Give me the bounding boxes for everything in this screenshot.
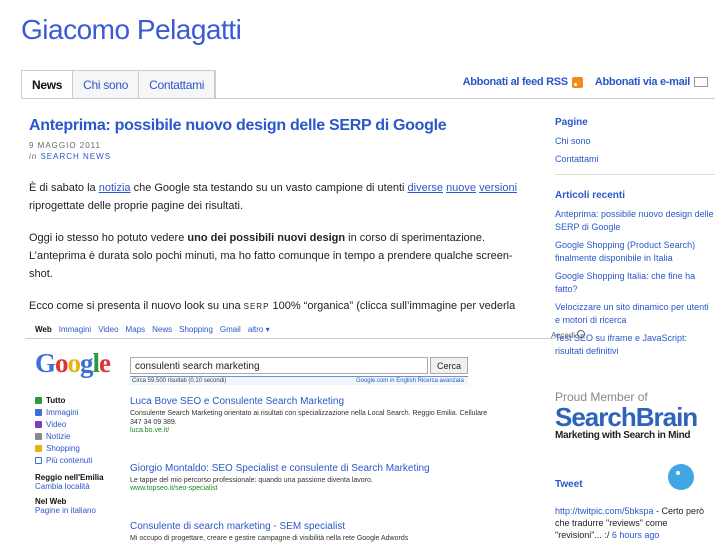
google-filter-video: Video <box>35 419 115 431</box>
google-nav-maps: Maps <box>125 324 146 334</box>
tweet: http://twitpic.com/5bkspa - Certo però c… <box>555 505 715 541</box>
more-icon <box>35 457 42 465</box>
post-body: È di sabato la notizia che Google sta te… <box>29 179 529 334</box>
result-desc: Consulente Search Marketing orientato ai… <box>130 410 488 426</box>
searchbrain-badge[interactable]: Proud Member of SearchBrain Marketing wi… <box>555 390 715 441</box>
result-url: luca.bo.ve.it/ <box>130 427 170 434</box>
google-nav-shopping: Shopping <box>179 324 213 334</box>
post-date: 9 MAGGIO 2011 <box>29 141 101 150</box>
rss-icon[interactable] <box>571 76 583 88</box>
google-result-stats: Circa 59.500 risultati (0,10 secondi) Go… <box>130 376 468 385</box>
feed-links: Abbonati al feed RSS Abbonati via e-mail <box>463 76 708 88</box>
link-versioni[interactable]: versioni <box>479 182 517 194</box>
post-meta: 9 MAGGIO 2011 in SEARCH NEWS <box>29 140 529 162</box>
rss-link[interactable]: Abbonati al feed RSS <box>463 76 569 88</box>
email-link[interactable]: Abbonati via e-mail <box>595 76 690 88</box>
google-nav-web: Web <box>35 324 52 334</box>
tweet-time[interactable]: 6 hours ago <box>612 530 660 540</box>
sidebar-link-chi-sono[interactable]: Chi sono <box>555 135 715 148</box>
text: riprogettate delle proprie pagine dei ri… <box>29 200 244 212</box>
video-icon <box>35 421 42 429</box>
google-filter-tutto: Tutto <box>35 395 115 407</box>
stats-links: Google.com in English Ricerca avanzata <box>355 378 464 384</box>
google-nav-immagini: Immagini <box>58 324 92 334</box>
post-title[interactable]: Anteprima: possibile nuovo design delle … <box>29 117 529 135</box>
google-filter-notizie: Notizie <box>35 431 115 443</box>
recent-post-link[interactable]: Anteprima: possibile nuovo design delle … <box>555 208 715 234</box>
google-nav-gmail: Gmail <box>219 324 241 334</box>
result-title: Consulente di search marketing - SEM spe… <box>130 521 346 532</box>
pages-heading: Pagine <box>555 117 588 128</box>
tweet-link[interactable]: http://twitpic.com/5bkspa <box>555 506 654 516</box>
post-category[interactable]: SEARCH NEWS <box>40 152 111 161</box>
shopping-icon <box>35 445 42 453</box>
text: È di sabato la <box>29 182 99 194</box>
badge-name: SearchBrain <box>555 402 698 432</box>
link-diverse[interactable]: diverse <box>408 182 443 194</box>
post-in-label: in <box>29 152 38 161</box>
sidebar: Pagine Chi sono Contattami Articoli rece… <box>555 116 715 363</box>
serp-abbr: SERP <box>243 302 270 311</box>
news-icon <box>35 433 42 441</box>
google-left-panel: Tutto Immagini Video Notizie Shopping Pi… <box>35 395 115 515</box>
tab-contattami[interactable]: Contattami <box>139 71 216 99</box>
result-desc: Le tappe del mio percorso professionale:… <box>130 477 373 484</box>
text: che Google sta testando su un vasto camp… <box>130 182 408 194</box>
sidebar-link-contattami[interactable]: Contattami <box>555 153 715 166</box>
link-nuove[interactable]: nuove <box>446 182 476 194</box>
stats-text: Circa 59.500 risultati (0,10 secondi) <box>132 378 227 384</box>
recent-heading: Articoli recenti <box>555 190 626 201</box>
google-result: Consulente di search marketing - SEM spe… <box>130 521 490 543</box>
text: Oggi io stesso ho potuto vedere <box>29 232 188 244</box>
site-title[interactable]: Giacomo Pelagatti <box>21 14 242 46</box>
bold-text: uno dei possibili nuovi design <box>187 232 346 244</box>
google-logo: Google <box>35 348 111 378</box>
result-title: Giorgio Montaldo: SEO Specialist e consu… <box>130 463 430 474</box>
google-result: Luca Bove SEO e Consulente Search Market… <box>130 396 490 434</box>
google-filter-immagini: Immagini <box>35 407 115 419</box>
link-notizia[interactable]: notizia <box>99 182 131 194</box>
google-nav-video: Video <box>98 324 119 334</box>
images-icon <box>35 409 42 417</box>
google-nav-altro: altro ▾ <box>247 324 270 334</box>
tab-chi-sono[interactable]: Chi sono <box>73 71 140 99</box>
result-desc: Mi occupo di progettare, creare e gestir… <box>130 535 409 542</box>
twitter-bird-icon <box>668 464 694 490</box>
google-search-button: Cerca <box>430 357 468 374</box>
google-web-heading: Nel Web <box>35 497 67 506</box>
paragraph-2: Oggi io stesso ho potuto vedere uno dei … <box>29 229 529 283</box>
text: Ecco come si presenta il nuovo look su u… <box>29 300 244 312</box>
mail-icon[interactable] <box>694 77 708 87</box>
recent-post-link[interactable]: Google Shopping Italia: che fine ha fatt… <box>555 270 715 296</box>
google-nav-news: News <box>152 324 173 334</box>
gear-icon <box>577 330 586 338</box>
post: Anteprima: possibile nuovo design delle … <box>29 117 529 348</box>
google-filter-more: Più contenuti <box>35 455 115 467</box>
paragraph-1: È di sabato la notizia che Google sta te… <box>29 179 529 215</box>
recent-post-link[interactable]: Velocizzare un sito dinamico per utenti … <box>555 301 715 327</box>
tutto-icon <box>35 397 42 405</box>
google-filter-shopping: Shopping <box>35 443 115 455</box>
result-title: Luca Bove SEO e Consulente Search Market… <box>130 396 345 407</box>
google-region-change: Cambia località <box>35 482 90 491</box>
sidebar-divider <box>555 174 715 175</box>
result-url: www.topseo.it/seo-specialist <box>130 485 218 492</box>
google-region-heading: Reggio nell'Emilia <box>35 473 104 482</box>
google-result: Giorgio Montaldo: SEO Specialist e consu… <box>130 463 490 492</box>
recent-post-link[interactable]: Google Shopping (Product Search) finalme… <box>555 239 715 265</box>
google-serp-screenshot[interactable]: Web Immagini Video Maps News Shopping Gm… <box>25 320 555 545</box>
nav-divider <box>21 98 715 99</box>
tab-news[interactable]: News <box>22 71 74 99</box>
google-web-lang: Pagine in italiano <box>35 506 96 515</box>
main-nav: News Chi sono Contattami <box>21 70 217 99</box>
google-accedi: Accedi <box>551 330 586 340</box>
google-topbar: Web Immagini Video Maps News Shopping Gm… <box>25 320 555 339</box>
tweet-heading: Tweet <box>555 479 583 490</box>
google-search-query: consulenti search marketing <box>130 357 428 374</box>
